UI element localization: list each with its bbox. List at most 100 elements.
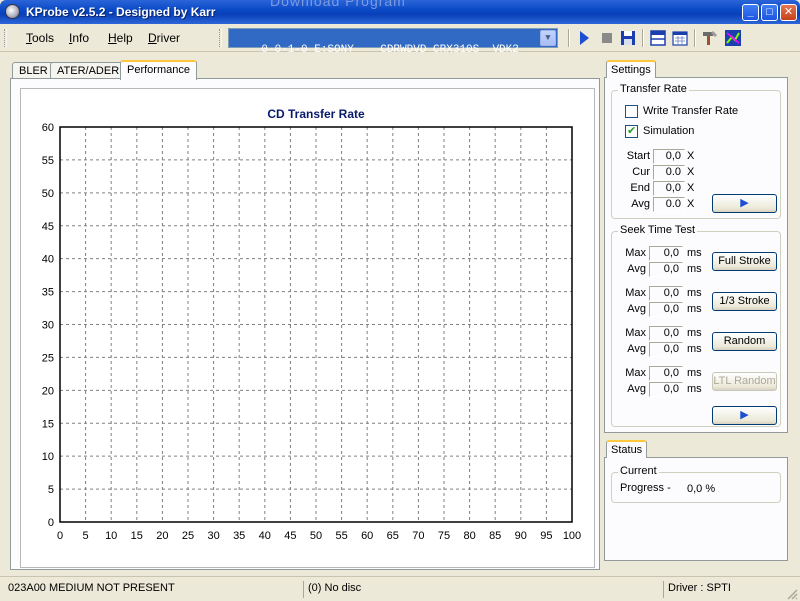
ltl-random-max-value: 0,0 <box>649 366 683 381</box>
seek-unit: ms <box>687 263 702 275</box>
avg-unit: X <box>687 198 695 210</box>
chart-export-icon[interactable] <box>724 29 742 47</box>
seek-max-label: Max <box>625 247 646 259</box>
transfer-rate-start-button[interactable]: ▶ <box>712 194 777 213</box>
third-stroke-button[interactable]: 1/3 Stroke <box>712 292 777 311</box>
progress-value: 0,0 % <box>687 483 716 495</box>
x-tick-label: 0 <box>57 530 63 542</box>
x-tick-label: 100 <box>563 530 581 542</box>
current-group: Current Progress - 0,0 % <box>611 465 781 503</box>
avg-value: 0.0 <box>653 197 685 212</box>
full-stroke-button[interactable]: Full Stroke <box>712 252 777 271</box>
x-tick-label: 15 <box>131 530 143 542</box>
x-tick-label: 25 <box>182 530 194 542</box>
stop-icon[interactable] <box>598 29 616 47</box>
end-value: 0,0 <box>653 181 685 196</box>
y-tick-label: 20 <box>42 385 54 397</box>
drive-select[interactable]: 0-0-1-0 E:SONY CDRWDVD CRX310S VDK2 ▼ <box>228 28 558 56</box>
tools-icon[interactable] <box>701 29 719 47</box>
x-tick-label: 65 <box>387 530 399 542</box>
simulation-label: Simulation <box>643 125 695 137</box>
random-button[interactable]: Random <box>712 332 777 351</box>
x-tick-label: 80 <box>463 530 475 542</box>
third-stroke-avg-value: 0,0 <box>649 302 683 317</box>
save-icon[interactable] <box>619 29 637 47</box>
title-bar[interactable]: Download Program KProbe v2.5.2 - Designe… <box>0 0 800 24</box>
status-panel: Current Progress - 0,0 % <box>604 457 788 561</box>
tab-status[interactable]: Status <box>606 440 648 458</box>
cur-unit: X <box>687 166 695 178</box>
x-tick-label: 60 <box>361 530 373 542</box>
chevron-down-icon[interactable]: ▼ <box>540 30 556 46</box>
menu-driver[interactable]: Driver <box>148 31 180 45</box>
simulation-checkbox[interactable] <box>625 124 638 138</box>
calendar-icon[interactable] <box>671 29 689 47</box>
start-unit: X <box>687 150 695 162</box>
seek-test-start-button[interactable]: ▶ <box>712 406 777 425</box>
toolbar-separator <box>642 29 644 47</box>
y-tick-label: 55 <box>42 155 54 167</box>
y-tick-label: 5 <box>48 484 54 496</box>
write-transfer-rate-checkbox[interactable] <box>625 105 638 118</box>
ltl-random-avg-value: 0,0 <box>649 382 683 397</box>
maximize-button[interactable]: □ <box>761 4 778 21</box>
tab-bler[interactable]: BLER <box>12 62 55 79</box>
start-label: Start <box>626 150 650 162</box>
layout-icon[interactable] <box>649 29 667 47</box>
menu-info[interactable]: Info <box>69 31 89 45</box>
y-tick-label: 45 <box>42 221 54 233</box>
chart-grid <box>60 127 572 522</box>
y-tick-label: 35 <box>42 287 54 299</box>
seek-unit: ms <box>687 287 702 299</box>
seek-max-label: Max <box>625 287 646 299</box>
close-button[interactable]: ✕ <box>780 4 797 21</box>
seek-avg-label: Avg <box>627 383 646 395</box>
toolbar-separator <box>694 29 696 47</box>
tab-performance[interactable]: Performance <box>120 60 197 80</box>
drive-select-value: 0-0-1-0 E:SONY CDRWDVD CRX310S VDK2 <box>261 44 519 56</box>
cur-label: Cur <box>632 166 650 178</box>
x-tick-label: 75 <box>438 530 450 542</box>
seek-max-label: Max <box>625 367 646 379</box>
resize-grip-icon[interactable] <box>786 588 798 600</box>
tab-ater-ader[interactable]: ATER/ADER <box>50 62 127 79</box>
play-icon[interactable] <box>575 29 593 47</box>
y-tick-label: 25 <box>42 352 54 364</box>
y-tick-label: 15 <box>42 418 54 430</box>
background-ghost-text: Download Program <box>270 0 406 9</box>
tab-settings[interactable]: Settings <box>606 60 656 78</box>
y-tick-label: 30 <box>42 320 54 332</box>
full-stroke-avg-value: 0,0 <box>649 262 683 277</box>
cur-value: 0.0 <box>653 165 685 180</box>
random-max-value: 0,0 <box>649 326 683 341</box>
x-tick-label: 5 <box>83 530 89 542</box>
status-message: 023A00 MEDIUM NOT PRESENT <box>4 581 304 598</box>
seek-avg-label: Avg <box>627 343 646 355</box>
x-tick-label: 35 <box>233 530 245 542</box>
app-disc-icon[interactable] <box>5 4 20 19</box>
x-tick-label: 95 <box>540 530 552 542</box>
seek-unit: ms <box>687 303 702 315</box>
menu-toolbar: Tools Info Help Driver 0-0-1-0 E:SONY CD… <box>0 24 800 56</box>
y-tick-label: 10 <box>42 451 54 463</box>
avg-label: Avg <box>631 198 650 210</box>
seek-time-test-title: Seek Time Test <box>618 224 697 236</box>
window-title: KProbe v2.5.2 - Designed by Karr <box>26 5 216 19</box>
seek-avg-label: Avg <box>627 263 646 275</box>
toolbar-grip[interactable] <box>219 29 222 47</box>
x-tick-label: 55 <box>335 530 347 542</box>
chart-frame: CD Transfer Rate 0 5 10 15 20 25 30 35 40 45 50 55 6… <box>20 88 595 568</box>
settings-panel: Transfer Rate Write Transfer Rate Simula… <box>604 77 788 433</box>
end-label: End <box>630 182 650 194</box>
menu-tools[interactable]: Tools <box>26 31 54 45</box>
minimize-button[interactable]: _ <box>742 4 759 21</box>
full-stroke-max-value: 0,0 <box>649 246 683 261</box>
third-stroke-max-value: 0,0 <box>649 286 683 301</box>
chart-plot-area <box>59 126 573 523</box>
ltl-random-button[interactable]: LTL Random <box>712 372 777 391</box>
menu-help[interactable]: Help <box>108 31 133 45</box>
menu-grip[interactable] <box>4 29 7 47</box>
x-axis-ticks: 0 5 10 15 20 25 30 35 40 45 50 55 60 65 70 75 80 85 90 95 10… <box>57 530 581 542</box>
y-axis-ticks: 0 5 10 15 20 25 30 35 40 45 50 55 60 <box>42 122 54 529</box>
seek-avg-label: Avg <box>627 303 646 315</box>
